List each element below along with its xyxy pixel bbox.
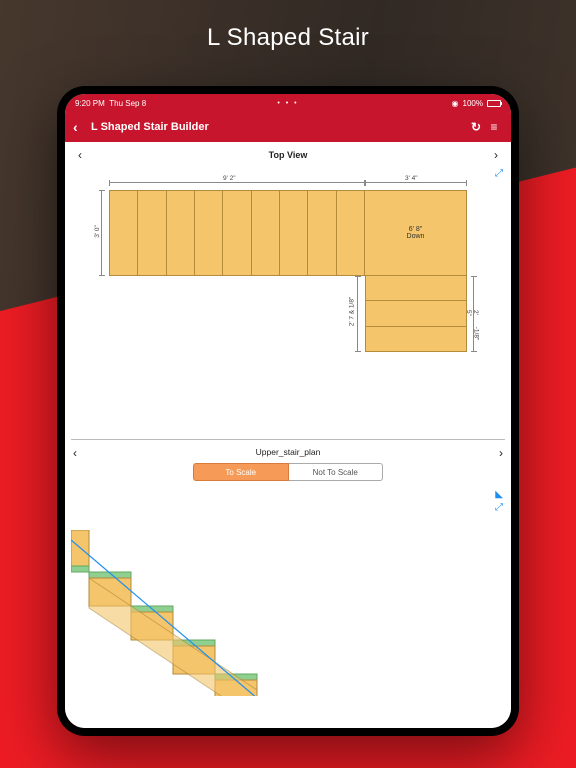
dim-right-2: -1/8" [472,327,479,341]
prev-plan-button[interactable]: ‹ [73,446,77,460]
stair-side-drawing [71,530,301,696]
dim-down-run: 2' 7 & 1/8" [348,297,355,327]
status-bar: 9:20 PM Thu Sep 8 • • • ◉ 100% [65,94,511,112]
battery-label: 100% [463,99,483,108]
top-view-caption: Top View [269,150,308,160]
promo-title: L Shaped Stair [0,0,576,70]
dim-top-1: 9' 2" [223,175,236,182]
upper-treads [109,190,365,276]
expand-bottom-icon[interactable]: ⤢ [495,502,503,513]
battery-icon [487,100,501,107]
status-time: 9:20 PM Thu Sep 8 [75,99,146,108]
plan-name-label: Upper_stair_plan [65,444,511,457]
to-scale-option[interactable]: To Scale [193,463,289,481]
expand-top-icon[interactable]: ⤢ [495,168,503,179]
plan-selector-section: ‹ › Upper_stair_plan To Scale Not To Sca… [65,440,511,498]
ipad-frame: 9:20 PM Thu Sep 8 • • • ◉ 100% ‹ L Shape… [57,86,519,736]
wifi-icon: ◉ [452,99,459,108]
title-bar: ‹ L Shaped Stair Builder ↻ ≡ [65,112,511,142]
menu-icon[interactable]: ≡ [485,120,503,134]
dim-left: 3' 0" [94,225,101,238]
next-plan-button[interactable]: › [499,446,503,460]
prev-view-button[interactable]: ‹ [73,148,87,162]
lower-treads [365,276,467,352]
screen-title: L Shaped Stair Builder [91,121,209,133]
landing-dim: 6' 8" [409,226,423,233]
stair-plan-drawing: 9' 2" 3' 4" 3' 0" 2' 5" -1/8" 2' 7 & 1/8… [109,180,471,348]
status-dots: • • • [277,100,298,107]
landing: 6' 8" Down [365,190,467,276]
refresh-icon[interactable]: ↻ [467,120,485,134]
scale-toggle[interactable]: To Scale Not To Scale [193,463,383,481]
back-button[interactable]: ‹ [73,119,91,135]
landing-down-label: Down [407,233,425,240]
not-to-scale-option[interactable]: Not To Scale [289,463,384,481]
dim-right: 2' 5" [465,310,479,316]
next-view-button[interactable]: › [489,148,503,162]
side-view-section: ⤢ [65,498,511,696]
dim-top-2: 3' 4" [405,175,418,182]
top-view-section: ‹ Top View › ⤢ 9' 2" 3' 4" 3' 0" [65,142,511,440]
